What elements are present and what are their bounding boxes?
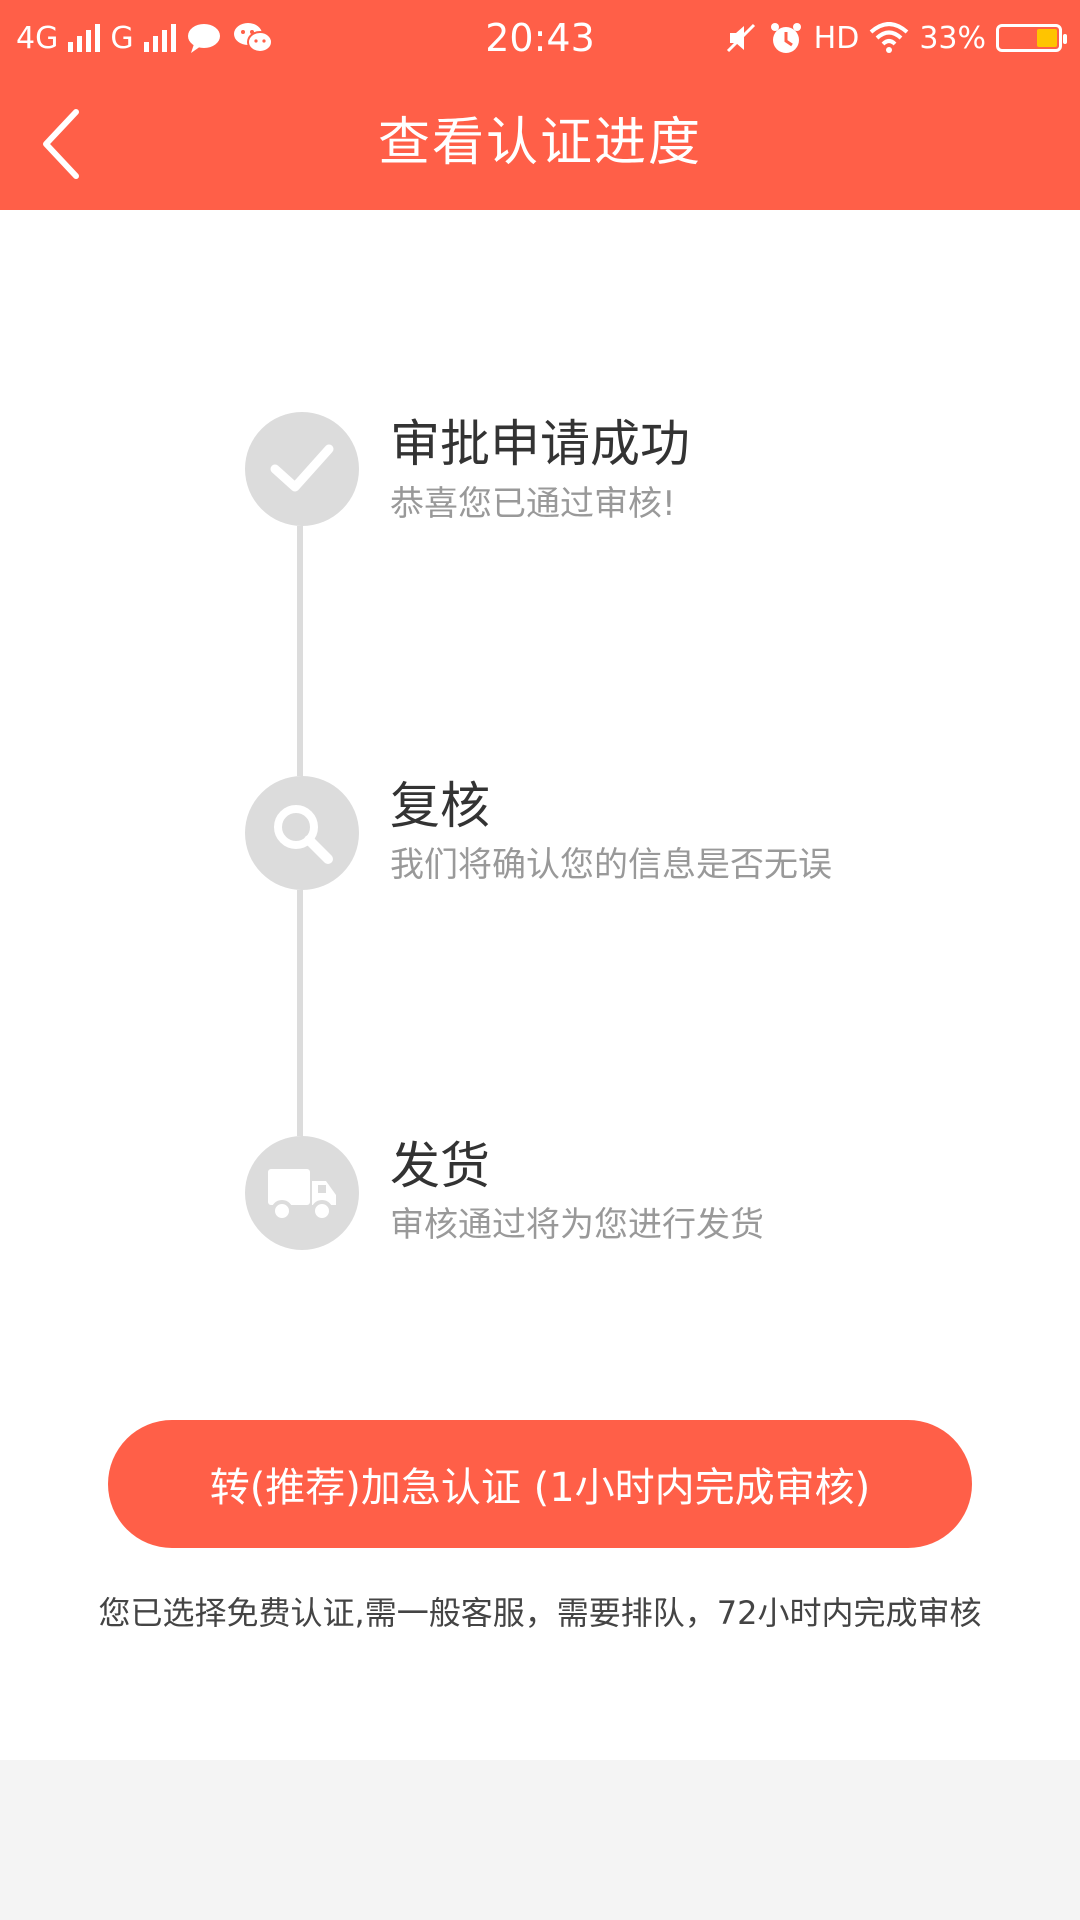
battery-fill (1037, 29, 1057, 47)
expedited-verification-button[interactable]: 转(推荐)加急认证 (1小时内完成审核) (108, 1420, 972, 1548)
battery-percent: 33% (919, 20, 986, 56)
timeline-connector-1 (297, 526, 303, 776)
page-title: 查看认证进度 (377, 113, 702, 173)
battery-icon (996, 24, 1067, 52)
step-3-circle (245, 1136, 359, 1250)
app-header: 查看认证进度 (0, 76, 1080, 210)
step-1-title: 审批申请成功 (390, 415, 690, 473)
alarm-icon (768, 20, 804, 56)
step-2-title: 复核 (390, 777, 490, 835)
truck-icon (268, 1169, 336, 1222)
timeline-connector-2 (297, 890, 303, 1136)
step-2-circle (245, 776, 359, 890)
search-icon (274, 805, 333, 864)
step-1-circle (245, 412, 359, 526)
status-bar: 4G G 20:43 HD 33% (0, 0, 1080, 76)
mute-icon (724, 21, 758, 55)
step-1-desc: 恭喜您已通过审核! (390, 484, 676, 524)
step-3-title: 发货 (390, 1137, 490, 1195)
check-icon (270, 444, 334, 492)
progress-panel: 审批申请成功 恭喜您已通过审核! 复核 我们将确认您的信息是否无误 发货 审核通… (0, 210, 1080, 1760)
step-3-desc: 审核通过将为您进行发货 (390, 1205, 764, 1245)
step-2-desc: 我们将确认您的信息是否无误 (390, 845, 832, 885)
wifi-icon (869, 22, 909, 54)
hd-label: HD (813, 20, 860, 56)
free-verification-note: 您已选择免费认证,需一般客服，需要排队，72小时内完成审核 (98, 1594, 982, 1632)
status-right: HD 33% (724, 14, 1067, 62)
